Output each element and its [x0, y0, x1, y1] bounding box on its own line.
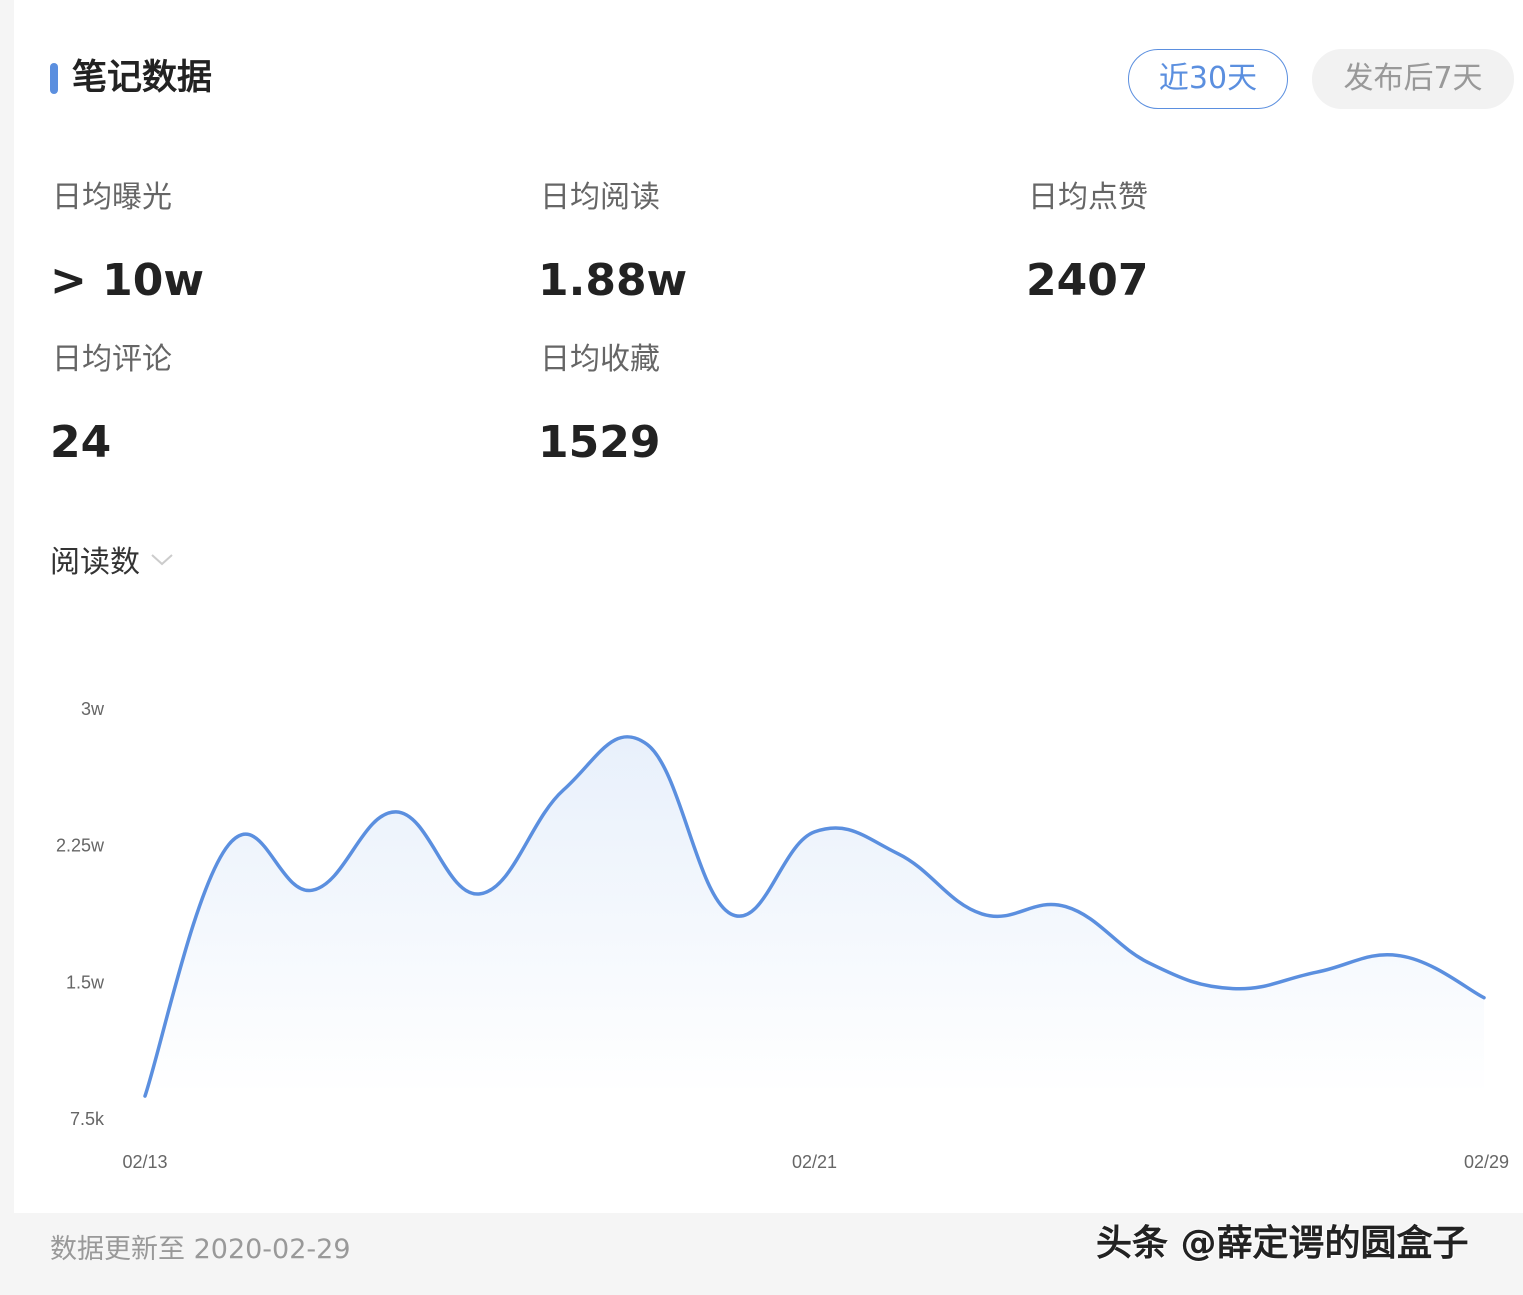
section-accent-bar: [50, 63, 58, 94]
tab-7-days-after-publish[interactable]: 发布后7天: [1312, 49, 1514, 109]
section-title: 笔记数据: [72, 58, 213, 98]
stat-label-exposure: 日均曝光: [52, 180, 172, 215]
stat-label-favorites: 日均收藏: [540, 342, 660, 377]
stat-value-comments: 24: [50, 417, 112, 468]
note-data-card: [14, 0, 1523, 1213]
data-update-time: 数据更新至 2020-02-29: [50, 1234, 351, 1265]
stat-value-reads: 1.88w: [538, 255, 688, 306]
stat-value-favorites: 1529: [538, 417, 661, 468]
stat-label-reads: 日均阅读: [540, 180, 660, 215]
stat-label-comments: 日均评论: [52, 342, 172, 377]
stat-value-exposure: > 10w: [50, 255, 205, 306]
metric-dropdown[interactable]: 阅读数: [50, 538, 174, 580]
stat-value-likes: 2407: [1026, 255, 1149, 306]
stat-label-likes: 日均点赞: [1028, 180, 1148, 215]
watermark: 头条 @薛定谔的圆盒子: [1096, 1223, 1469, 1264]
metric-dropdown-label: 阅读数: [50, 545, 140, 580]
chevron-down-icon: [150, 552, 174, 571]
tab-last-30-days[interactable]: 近30天: [1128, 49, 1288, 109]
